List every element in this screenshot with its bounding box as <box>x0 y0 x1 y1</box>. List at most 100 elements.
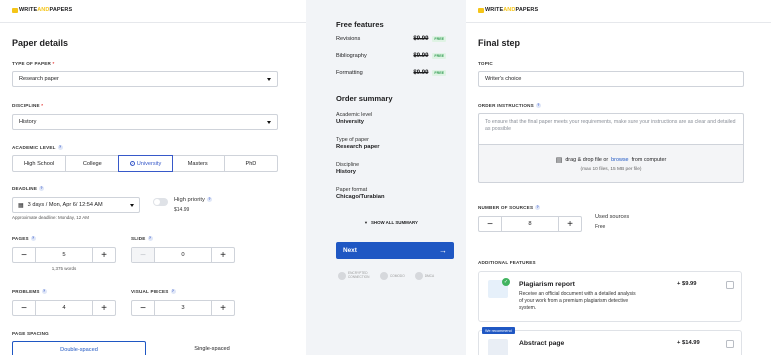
feature-price: + $9.99 <box>677 281 697 287</box>
academic-level-label: ACADEMIC LEVEL? <box>12 145 63 151</box>
upload-note: (max 10 files, 15 MB per file) <box>580 166 642 172</box>
abstract-checkbox[interactable] <box>726 340 734 348</box>
deadline-picker[interactable]: ▦ 3 days / Mon, Apr 6/ 12:54 AM <box>12 197 140 213</box>
type-label: TYPE OF PAPER * <box>12 61 55 66</box>
feature-old-price: $9.99 <box>413 36 429 42</box>
feature-title: Abstract page <box>519 340 565 347</box>
page-spacing-selector: Double-spaced Single-spaced <box>12 341 278 355</box>
feature-old-price: $9.99 <box>413 70 429 76</box>
summary-item: Paper format Chicago/Turabian <box>336 187 385 200</box>
instructions-textarea[interactable]: To ensure that the final paper meets you… <box>478 113 744 145</box>
brand-logo[interactable]: WRITE AND PAPERS <box>12 7 72 13</box>
summary-key: Academic level <box>336 112 373 118</box>
show-all-summary-link[interactable]: ▼ SHOW ALL SUMMARY <box>364 220 418 225</box>
pages-label: PAGES? <box>12 236 36 242</box>
summary-item: Academic level University <box>336 112 372 125</box>
sources-value[interactable]: 8 <box>501 217 559 231</box>
sources-label: NUMBER OF SOURCES? <box>478 205 541 211</box>
browse-link[interactable]: browse <box>611 157 628 163</box>
page-title: Paper details <box>12 38 69 48</box>
pages-value[interactable]: 5 <box>35 248 93 262</box>
plagiarism-report-card[interactable]: ✓ Plagiarism report Receive an official … <box>478 271 742 322</box>
recommend-tag: We recommend <box>482 327 515 334</box>
info-icon: ? <box>39 186 45 192</box>
free-feature-row: Revisions $9.99 FREE <box>336 36 446 42</box>
logo-text-write: WRITE <box>19 7 38 13</box>
logo-icon <box>478 7 484 13</box>
next-label: Next <box>343 247 357 254</box>
feature-name: Formatting <box>336 70 363 76</box>
slide-decrement-button[interactable]: − <box>132 248 154 262</box>
sources-increment-button[interactable]: + <box>559 217 581 231</box>
feature-description: Receive an official document with a deta… <box>519 291 636 311</box>
type-of-paper-select[interactable]: Research paper <box>12 71 278 87</box>
feature-old-price: $9.99 <box>413 53 429 59</box>
topic-label: TOPIC <box>478 61 493 66</box>
problems-increment-button[interactable]: + <box>93 301 115 315</box>
brand-logo[interactable]: WRITE AND PAPERS <box>478 7 538 13</box>
calendar-icon: ▦ <box>18 202 24 209</box>
problems-value[interactable]: 4 <box>35 301 93 315</box>
next-button[interactable]: Next → <box>336 242 454 259</box>
feature-name: Revisions <box>336 36 361 42</box>
check-circle-icon: ✓ <box>129 161 135 166</box>
info-icon: ? <box>535 205 541 211</box>
deadline-label: DEADLINE? <box>12 186 45 192</box>
discipline-value: History <box>19 119 37 125</box>
order-summary-title: Order summary <box>336 94 393 103</box>
visual-increment-button[interactable]: + <box>212 301 234 315</box>
summary-value: History <box>336 169 356 175</box>
topic-input[interactable]: Writer's choice <box>478 71 744 87</box>
info-icon: ? <box>147 236 153 242</box>
problems-decrement-button[interactable]: − <box>13 301 35 315</box>
encrypted-connection-badge: ENCRYPTED CONNECTION <box>338 272 370 280</box>
summary-value: Research paper <box>336 144 380 150</box>
additional-features-label: ADDITIONAL FEATURES <box>478 260 536 265</box>
academic-level-selector: High School College ✓ University Masters … <box>12 155 278 172</box>
arrow-right-icon: → <box>439 246 447 255</box>
logo-text-write: WRITE <box>485 7 504 13</box>
chevron-down-icon <box>267 77 271 81</box>
slide-increment-button[interactable]: + <box>212 248 234 262</box>
plagiarism-checkbox[interactable] <box>726 281 734 289</box>
discipline-select[interactable]: History <box>12 114 278 130</box>
visual-decrement-button[interactable]: − <box>132 301 154 315</box>
sources-decrement-button[interactable]: − <box>479 217 501 231</box>
abstract-page-card[interactable]: We recommend Abstract page + $14.99 <box>478 327 742 355</box>
visual-value[interactable]: 3 <box>154 301 212 315</box>
level-option-university[interactable]: ✓ University <box>118 155 173 172</box>
pages-decrement-button[interactable]: − <box>13 248 35 262</box>
logo-text-and: AND <box>503 7 516 13</box>
info-icon: ? <box>57 145 63 151</box>
level-option-college[interactable]: College <box>66 156 120 171</box>
lock-icon <box>338 272 346 280</box>
level-option-high-school[interactable]: High School <box>13 156 67 171</box>
free-badge: FREE <box>432 70 446 76</box>
type-of-paper-value: Research paper <box>19 76 59 82</box>
pages-increment-button[interactable]: + <box>93 248 115 262</box>
paper-details-panel: WRITE AND PAPERS Paper details TYPE OF PAP… <box>0 0 306 355</box>
level-option-phd[interactable]: PhD <box>225 156 277 171</box>
summary-key: Discipline <box>336 162 360 168</box>
feature-title: Plagiarism report <box>519 281 575 288</box>
spacing-option-double[interactable]: Double-spaced <box>12 341 146 355</box>
upload-instructions: ▤ drag & drop file or browse from comput… <box>555 156 667 164</box>
info-icon: ? <box>41 289 47 295</box>
free-feature-row: Formatting $9.99 FREE <box>336 70 446 76</box>
comodo-badge: COMODO <box>380 272 405 280</box>
visual-pieces-stepper: − 3 + <box>131 300 235 316</box>
high-priority-toggle[interactable] <box>153 198 168 206</box>
dmca-icon <box>414 272 423 280</box>
dmca-badge: DMCA <box>414 272 434 280</box>
spacing-option-single[interactable]: Single-spaced <box>146 341 278 355</box>
final-step-panel: WRITE AND PAPERS Final step TOPIC Writer's… <box>466 0 771 355</box>
summary-item: Discipline History <box>336 162 359 175</box>
used-sources-value: Free <box>595 224 606 230</box>
level-option-masters[interactable]: Masters <box>172 156 225 171</box>
level-option-university-label: University <box>136 160 162 167</box>
file-upload-dropzone[interactable]: ▤ drag & drop file or browse from comput… <box>478 145 744 183</box>
chevron-down-icon <box>130 203 134 207</box>
summary-key: Type of paper <box>336 137 369 143</box>
slide-value[interactable]: 0 <box>154 248 212 262</box>
pages-words: 1,375 words <box>51 266 77 271</box>
